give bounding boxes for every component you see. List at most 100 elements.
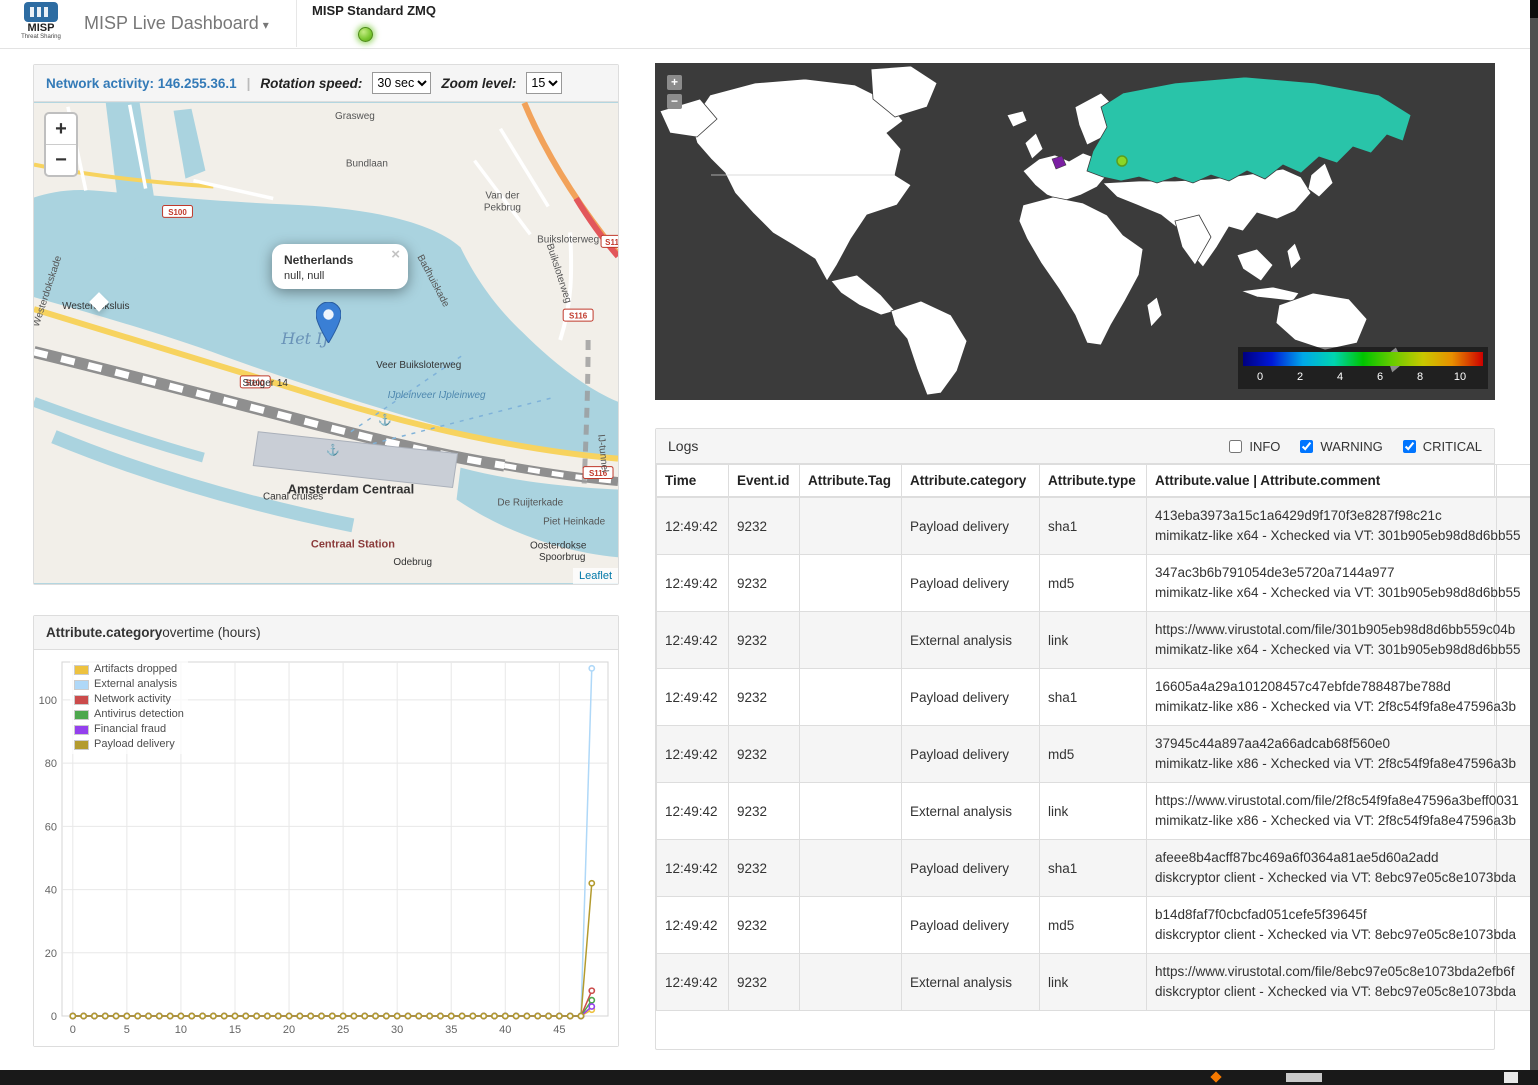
brand-dropdown[interactable]: MISP Live Dashboard▾: [84, 13, 269, 34]
data-point: [470, 1013, 475, 1018]
network-activity-title: Network activity: 146.255.36.1: [46, 76, 237, 91]
map-popup: × Netherlands null, null: [272, 244, 408, 289]
taskbar-item[interactable]: [1504, 1072, 1518, 1083]
cell-attribute-tag: [800, 897, 902, 954]
chart-title-bold: Attribute.category: [46, 625, 162, 640]
data-point: [449, 1013, 454, 1018]
cell-event-id: 9232: [729, 669, 800, 726]
popup-close-icon[interactable]: ×: [391, 248, 400, 262]
data-point: [308, 1013, 313, 1018]
route-badge-label: S11: [605, 238, 618, 247]
leaflet-link[interactable]: Leaflet: [579, 570, 612, 582]
taskbar-item[interactable]: [1286, 1073, 1322, 1082]
data-point: [341, 1013, 346, 1018]
cell-attribute-category: External analysis: [902, 954, 1040, 1011]
world-zoom-out-button[interactable]: −: [667, 94, 682, 109]
filter-label: INFO: [1249, 439, 1280, 454]
region-se-asia: [1237, 249, 1273, 281]
world-map[interactable]: 0 2 4 6 8 10 + −: [655, 63, 1495, 400]
network-panel-heading: Network activity: 146.255.36.1 | Rotatio…: [34, 65, 618, 102]
zoom-out-button[interactable]: −: [46, 145, 76, 175]
attribute-comment: mimikatz-like x86 - Xchecked via VT: 2f8…: [1155, 754, 1488, 774]
log-row: 12:49:42 9232 Payload delivery sha1 1660…: [657, 669, 1537, 726]
chart-legend: Artifacts droppedExternal analysisNetwor…: [70, 660, 188, 754]
city-map[interactable]: ⚓ ⚓ S100S100S116S116S11 GraswegBundlaanV…: [34, 102, 618, 584]
cell-attribute-category: External analysis: [902, 612, 1040, 669]
cell-attribute-category: Payload delivery: [902, 840, 1040, 897]
heading-separator: |: [247, 76, 251, 91]
scroll-up-arrow-icon[interactable]: ▲: [1518, 1058, 1527, 1068]
map-label: Steiger 14: [243, 378, 289, 389]
zmq-status-dot: [358, 27, 373, 42]
legend-item: Financial fraud: [74, 722, 184, 737]
cell-time: 12:49:42: [657, 555, 729, 612]
map-label: Grasweg: [335, 111, 375, 122]
attribute-value: afeee8b4acff87bc469a6f0364a81ae5d60a2add: [1155, 848, 1488, 868]
filter-checkbox-critical[interactable]: [1403, 440, 1416, 453]
world-zoom-in-button[interactable]: +: [667, 75, 682, 90]
rotation-speed-label: Rotation speed:: [260, 76, 362, 91]
cell-attribute-tag: [800, 783, 902, 840]
map-label: De Ruijterkade: [497, 497, 563, 508]
x-tick-label: 10: [175, 1024, 187, 1036]
filter-critical[interactable]: CRITICAL: [1399, 437, 1482, 456]
cell-event-id: 9232: [729, 555, 800, 612]
legend-label: Network activity: [94, 692, 171, 707]
attribute-comment: diskcryptor client - Xchecked via VT: 8e…: [1155, 982, 1488, 1002]
data-point: [211, 1013, 216, 1018]
network-activity-panel: Network activity: 146.255.36.1 | Rotatio…: [33, 64, 619, 585]
x-tick-label: 20: [283, 1024, 295, 1036]
filter-checkbox-info[interactable]: [1229, 440, 1242, 453]
data-point: [92, 1013, 97, 1018]
route-badge-label: S116: [569, 312, 588, 321]
data-point: [535, 1013, 540, 1018]
filter-info[interactable]: INFO: [1225, 437, 1280, 456]
taskbar-diamond-icon[interactable]: [1210, 1071, 1221, 1082]
zoom-in-button[interactable]: +: [46, 114, 76, 145]
region-madagascar: [1147, 297, 1162, 327]
map-marker-pin[interactable]: [316, 302, 341, 348]
legend-color-box: [74, 665, 89, 675]
cell-attribute-value-comment: https://www.virustotal.com/file/2f8c54f9…: [1147, 783, 1497, 840]
data-point: [578, 1013, 583, 1018]
map-label: Oosterdokse: [530, 540, 587, 551]
column-header: Event.id: [729, 465, 800, 498]
legend-item: Artifacts dropped: [74, 662, 184, 677]
cell-attribute-type: link: [1040, 783, 1147, 840]
filter-checkbox-warning[interactable]: [1300, 440, 1313, 453]
data-point: [178, 1013, 183, 1018]
log-row: 12:49:42 9232 Payload delivery sha1 afee…: [657, 840, 1537, 897]
data-point: [589, 1004, 594, 1009]
data-point: [427, 1013, 432, 1018]
data-point: [319, 1013, 324, 1018]
cell-attribute-type: sha1: [1040, 497, 1147, 555]
attribute-comment: mimikatz-like x86 - Xchecked via VT: 2f8…: [1155, 697, 1488, 717]
cell-attribute-value-comment: afeee8b4acff87bc469a6f0364a81ae5d60a2add…: [1147, 840, 1497, 897]
rotation-speed-select[interactable]: 30 sec: [372, 72, 431, 94]
region-uk: [1025, 133, 1043, 159]
cell-attribute-tag: [800, 840, 902, 897]
cell-attribute-category: Payload delivery: [902, 897, 1040, 954]
cell-attribute-type: link: [1040, 954, 1147, 1011]
log-level-filters: INFO WARNING CRITICAL: [1225, 437, 1482, 456]
attribute-comment: mimikatz-like x64 - Xchecked via VT: 301…: [1155, 526, 1488, 546]
cell-time: 12:49:42: [657, 726, 729, 783]
data-point: [113, 1013, 118, 1018]
filter-label: CRITICAL: [1423, 439, 1482, 454]
attribute-value: https://www.virustotal.com/file/301b905e…: [1155, 620, 1488, 640]
y-tick-label: 20: [45, 948, 57, 960]
data-point: [589, 988, 594, 993]
zoom-level-select[interactable]: 15: [526, 72, 562, 94]
legend-gradient-bar: [1243, 352, 1483, 366]
map-label: Spoorbrug: [539, 552, 585, 563]
x-tick-label: 15: [229, 1024, 241, 1036]
filter-warning[interactable]: WARNING: [1296, 437, 1382, 456]
attribute-comment: mimikatz-like x64 - Xchecked via VT: 301…: [1155, 640, 1488, 660]
legend-label: Financial fraud: [94, 722, 166, 737]
legend-label: Antivirus detection: [94, 707, 184, 722]
cell-attribute-type: md5: [1040, 897, 1147, 954]
attribute-category-panel: Attribute.category overtime (hours) 0204…: [33, 615, 619, 1047]
world-map-svg: 0 2 4 6 8 10: [655, 63, 1495, 400]
brand-label: MISP Live Dashboard: [84, 13, 259, 33]
misp-logo[interactable]: MISP Threat Sharing: [12, 1, 70, 41]
